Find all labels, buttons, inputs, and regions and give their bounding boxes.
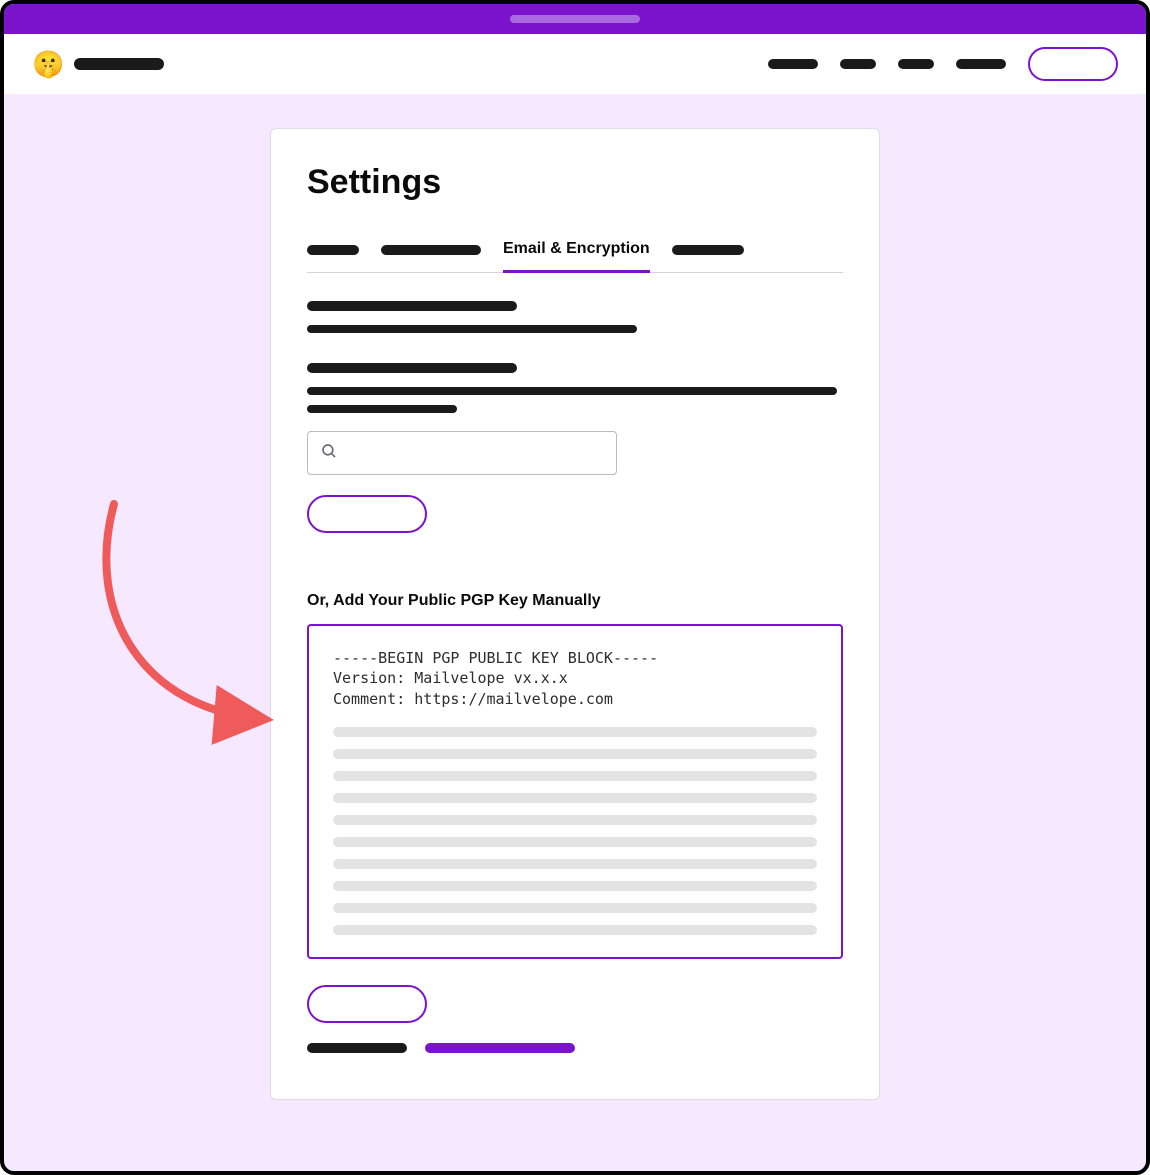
pgp-key-body-line xyxy=(333,837,817,847)
footer-text-row xyxy=(307,1043,843,1053)
search-icon xyxy=(320,442,338,465)
nav-link-3[interactable] xyxy=(898,59,934,69)
brand-logo-icon: 🤫 xyxy=(32,49,64,80)
footer-link-placeholder[interactable] xyxy=(425,1043,575,1053)
section-1 xyxy=(307,301,843,333)
manual-pgp-heading: Or, Add Your Public PGP Key Manually xyxy=(307,592,843,610)
pgp-actions-row xyxy=(307,985,843,1023)
tab-email-encryption[interactable]: Email & Encryption xyxy=(503,230,650,273)
section-1-text-placeholder xyxy=(307,325,637,333)
window-drag-handle[interactable] xyxy=(510,15,640,23)
pgp-key-body-line xyxy=(333,881,817,891)
footer-text-placeholder xyxy=(307,1043,407,1053)
page-title: Settings xyxy=(307,163,843,202)
pgp-key-textarea[interactable]: -----BEGIN PGP PUBLIC KEY BLOCK----- Ver… xyxy=(307,624,843,959)
section-2 xyxy=(307,363,843,536)
search-input[interactable] xyxy=(307,431,617,475)
nav-cta-button[interactable] xyxy=(1028,47,1118,81)
settings-tabs: Email & Encryption xyxy=(307,230,843,273)
pgp-key-body-line xyxy=(333,793,817,803)
nav-link-4[interactable] xyxy=(956,59,1006,69)
settings-card: Settings Email & Encryption xyxy=(270,128,880,1100)
pgp-key-body-line xyxy=(333,771,817,781)
pgp-key-body-line xyxy=(333,727,817,737)
window-titlebar xyxy=(4,4,1146,34)
nav-right xyxy=(768,47,1118,81)
pgp-key-body-line xyxy=(333,859,817,869)
top-nav: 🤫 xyxy=(4,34,1146,94)
content-area: Settings Email & Encryption xyxy=(4,94,1146,1100)
tab-4[interactable] xyxy=(672,235,744,267)
section-2-text-line2-placeholder xyxy=(307,405,457,413)
pgp-key-body-line xyxy=(333,815,817,825)
search-submit-button[interactable] xyxy=(307,495,427,533)
tab-label-active: Email & Encryption xyxy=(503,240,650,257)
pgp-key-body-line xyxy=(333,925,817,935)
pgp-key-body-line xyxy=(333,749,817,759)
tab-2[interactable] xyxy=(381,235,481,267)
brand-name-placeholder xyxy=(74,58,164,70)
nav-link-2[interactable] xyxy=(840,59,876,69)
app-window: 🤫 Settings xyxy=(0,0,1150,1175)
pgp-key-body-line xyxy=(333,903,817,913)
section-2-heading-placeholder xyxy=(307,363,517,373)
brand[interactable]: 🤫 xyxy=(32,49,164,80)
nav-link-1[interactable] xyxy=(768,59,818,69)
section-1-heading-placeholder xyxy=(307,301,517,311)
save-pgp-button[interactable] xyxy=(307,985,427,1023)
tab-1[interactable] xyxy=(307,235,359,267)
pgp-key-header-text: -----BEGIN PGP PUBLIC KEY BLOCK----- Ver… xyxy=(333,648,817,709)
annotation-arrow-icon xyxy=(84,494,284,754)
section-2-text-line1-placeholder xyxy=(307,387,837,395)
